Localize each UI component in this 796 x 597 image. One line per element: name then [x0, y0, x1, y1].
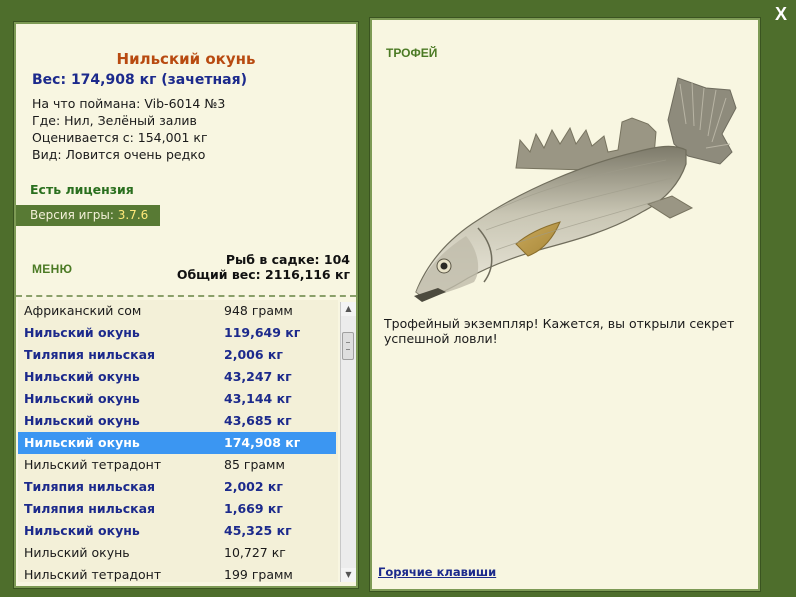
- catch-fish-name: Тиляпия нильская: [24, 501, 156, 516]
- catch-fish-weight: 199 грамм: [224, 567, 293, 582]
- catch-fish-weight: 45,325 кг: [224, 523, 292, 538]
- fish-name-title: Нильский окунь: [116, 50, 256, 68]
- catch-row[interactable]: Нильский тетрадонт 199 грамм: [18, 564, 336, 582]
- version-number: 3.7.6: [117, 208, 149, 222]
- trophy-panel: ТРОФЕЙ Трофейный экземпляр! Кажется, вы …: [370, 18, 760, 591]
- license-status: Есть лицензия: [30, 182, 134, 197]
- catch-fish-weight: 43,247 кг: [224, 369, 292, 384]
- catch-fish-name: Тиляпия нильская: [24, 347, 156, 362]
- catch-details-panel: Нильский окунь Вес: 174,908 кг (зачетная…: [14, 22, 358, 588]
- keepnet-stats: Рыб в садке: 104 Общий вес: 2116,116 кг: [177, 252, 350, 282]
- catch-fish-name: Африканский сом: [24, 303, 142, 318]
- catch-fish-weight: 43,144 кг: [224, 391, 292, 406]
- catch-row[interactable]: Нильский тетрадонт 85 грамм: [18, 454, 336, 476]
- fish-count: Рыб в садке: 104: [225, 252, 350, 267]
- catch-row[interactable]: Тиляпия нильская 2,006 кг: [18, 344, 336, 366]
- catch-row[interactable]: Нильский окунь 43,144 кг: [18, 388, 336, 410]
- version-bar: Версия игры: 3.7.6: [16, 205, 160, 226]
- location-info: Где: Нил, Зелёный залив: [32, 113, 197, 128]
- version-label: Версия игры:: [30, 208, 114, 222]
- catch-row[interactable]: Нильский окунь 43,685 кг: [18, 410, 336, 432]
- catch-row-selected[interactable]: Нильский окунь 174,908 кг: [18, 432, 336, 454]
- catch-fish-name: Нильский окунь: [24, 413, 140, 428]
- catch-fish-weight: 119,649 кг: [224, 325, 301, 340]
- catch-fish-weight: 85 грамм: [224, 457, 285, 472]
- divider: [16, 295, 356, 297]
- fish-weight: Вес: 174,908 кг (зачетная): [32, 72, 247, 88]
- catch-fish-name: Нильский тетрадонт: [24, 457, 162, 472]
- catch-fish-name: Нильский окунь: [24, 523, 140, 538]
- catch-fish-name: Нильский окунь: [24, 545, 130, 560]
- total-weight: Общий вес: 2116,116 кг: [176, 267, 350, 282]
- catch-fish-weight: 2,002 кг: [224, 479, 283, 494]
- catch-row[interactable]: Тиляпия нильская 2,002 кг: [18, 476, 336, 498]
- hotkeys-link[interactable]: Горячие клавиши: [378, 565, 496, 579]
- scroll-up-icon[interactable]: ▲: [341, 302, 356, 316]
- valuation-info: Оценивается с: 154,001 кг: [32, 130, 208, 145]
- catch-fish-weight: 948 грамм: [224, 303, 293, 318]
- catch-row[interactable]: Нильский окунь 45,325 кг: [18, 520, 336, 542]
- catch-row[interactable]: Африканский сом 948 грамм: [18, 300, 336, 322]
- catch-fish-name: Нильский тетрадонт: [24, 567, 162, 582]
- catch-row[interactable]: Нильский окунь 43,247 кг: [18, 366, 336, 388]
- catch-list[interactable]: Африканский сом 948 грамм Нильский окунь 11…: [18, 300, 338, 582]
- catch-row[interactable]: Тиляпия нильская 1,669 кг: [18, 498, 336, 520]
- scroll-thumb[interactable]: [342, 332, 354, 360]
- trophy-title: ТРОФЕЙ: [386, 46, 438, 60]
- rarity-info: Вид: Ловится очень редко: [32, 147, 206, 162]
- catch-fish-weight: 174,908 кг: [224, 435, 301, 450]
- catch-fish-name: Тиляпия нильская: [24, 479, 156, 494]
- catch-fish-weight: 2,006 кг: [224, 347, 283, 362]
- catch-fish-name: Нильский окунь: [24, 325, 140, 340]
- nile-perch-fish-icon: [414, 77, 737, 302]
- catch-row[interactable]: Нильский окунь 119,649 кг: [18, 322, 336, 344]
- trophy-message: Трофейный экземпляр! Кажется, вы открыли…: [384, 316, 735, 346]
- catch-fish-weight: 1,669 кг: [224, 501, 283, 516]
- catch-fish-name: Нильский окунь: [24, 391, 140, 406]
- close-button[interactable]: X: [772, 4, 790, 24]
- scroll-down-icon[interactable]: ▼: [341, 568, 356, 582]
- catch-row[interactable]: Нильский окунь 10,727 кг: [18, 542, 336, 564]
- bait-info: На что поймана: Vib-6014 №3: [32, 96, 226, 111]
- menu-button[interactable]: МЕНЮ: [32, 262, 72, 276]
- catch-fish-weight: 10,727 кг: [224, 545, 286, 560]
- catch-list-scrollbar[interactable]: ▲ ▼: [340, 302, 356, 582]
- catch-fish-name: Нильский окунь: [24, 369, 140, 384]
- catch-fish-name: Нильский окунь: [24, 435, 140, 450]
- catch-fish-weight: 43,685 кг: [224, 413, 292, 428]
